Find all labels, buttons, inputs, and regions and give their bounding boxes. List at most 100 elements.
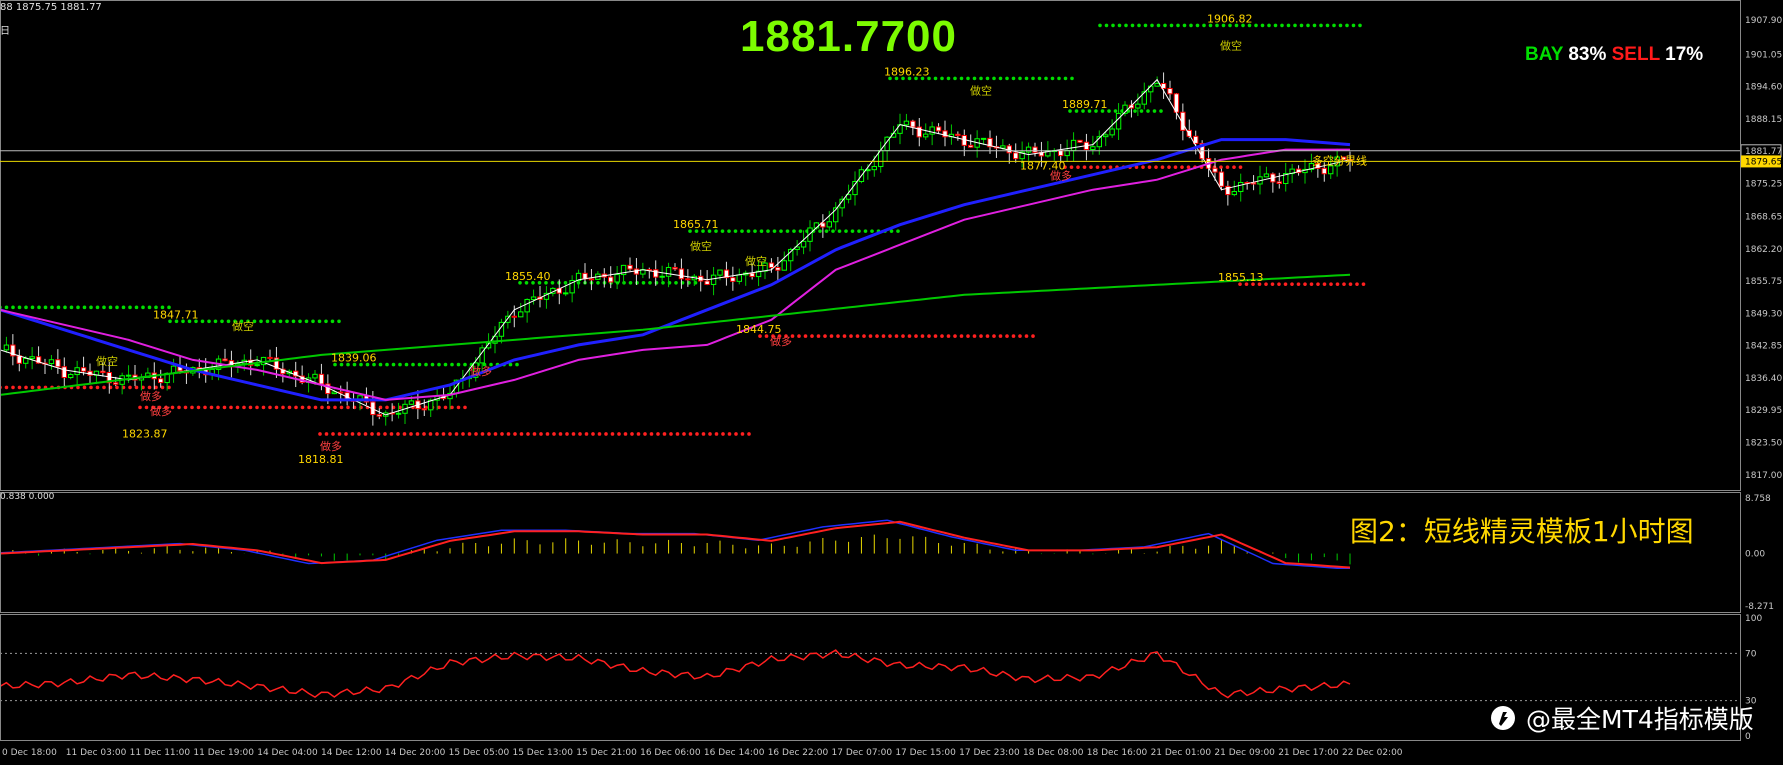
- candle-body: [1276, 181, 1282, 184]
- watermark: @最全MT4指标模版: [1490, 700, 1754, 736]
- signal-dot: [128, 305, 132, 310]
- signal-dot: [734, 432, 738, 436]
- signal-dot: [337, 432, 342, 436]
- signal-dot: [1031, 76, 1035, 81]
- signal-dot: [823, 334, 827, 338]
- signal-dot: [350, 432, 355, 436]
- buy-percent: 83%: [1568, 44, 1607, 65]
- signal-dot: [674, 280, 678, 285]
- candle-body: [80, 367, 87, 372]
- signal-dot: [287, 405, 292, 410]
- candle-body: [518, 311, 524, 318]
- candle-body: [588, 278, 595, 281]
- candle-body: [1231, 191, 1237, 196]
- signal-dot: [552, 432, 556, 436]
- candle-body: [781, 260, 787, 271]
- signal-annotation: 做空: [96, 354, 118, 368]
- signal-dot: [304, 319, 309, 324]
- signal-dot: [1117, 23, 1122, 28]
- signal-dot: [565, 432, 569, 436]
- candle-body: [665, 266, 672, 277]
- candle-body: [511, 315, 517, 318]
- signal-dot: [281, 405, 285, 410]
- signal-dot: [1264, 282, 1268, 286]
- signal-dot: [89, 385, 93, 390]
- signal-dot: [1342, 282, 1346, 286]
- signal-dot: [141, 305, 145, 310]
- signal-dot: [868, 334, 873, 338]
- signal-dot: [235, 405, 240, 410]
- signal-dot: [855, 334, 860, 338]
- signal-dot: [443, 405, 448, 410]
- signal-dot: [1011, 76, 1016, 81]
- signal-dot: [1107, 109, 1111, 113]
- signal-dot: [248, 405, 253, 410]
- signal-dot: [953, 76, 957, 81]
- candle-body: [158, 378, 164, 384]
- signal-dot: [617, 432, 621, 436]
- signal-annotation: 做多: [150, 404, 172, 418]
- price-chart: 1907.90 1901.05 1894.60 1888.15 1881.771879.…: [0, 0, 1782, 758]
- signal-dot: [1160, 165, 1165, 169]
- signal-dot: [391, 362, 396, 367]
- price-tick-label: 1888.15: [1745, 115, 1782, 125]
- signal-dot: [1031, 334, 1035, 338]
- signal-dot: [1037, 76, 1042, 81]
- signal-annotation: 做多: [1050, 169, 1072, 183]
- signal-dot: [733, 229, 738, 233]
- signal-dot: [415, 432, 420, 436]
- signal-annotation: 做多: [470, 364, 492, 378]
- signal-dot: [998, 334, 1003, 338]
- signal-dot: [450, 362, 454, 367]
- signal-dot: [842, 334, 847, 338]
- signal-dot: [1332, 23, 1336, 28]
- indicator-tick-label: -8.271: [1745, 602, 1774, 612]
- sell-percent: 17%: [1665, 44, 1704, 65]
- price-label: 1839.06: [331, 352, 377, 365]
- moving-averages: [0, 78, 1351, 416]
- candle-body: [685, 278, 691, 281]
- signal-dot: [1044, 76, 1048, 81]
- signal-dot: [220, 319, 224, 324]
- candle-body: [1154, 82, 1160, 87]
- signal-dot: [695, 432, 699, 436]
- signal-dot: [1005, 334, 1009, 338]
- signal-dot: [630, 432, 634, 436]
- time-tick-label: 15 Dec 13:00: [512, 748, 573, 758]
- candle-body: [672, 266, 678, 270]
- signal-dot: [759, 229, 764, 233]
- candle-body: [768, 262, 775, 269]
- signal-dot: [89, 305, 93, 310]
- price-tick-label: 1875.25: [1745, 179, 1782, 189]
- signal-dot: [324, 432, 329, 436]
- signal-dot: [1293, 23, 1297, 28]
- signal-dot: [1005, 76, 1009, 81]
- signal-dot: [1186, 165, 1191, 169]
- candle-body: [524, 298, 530, 313]
- signal-dot: [456, 362, 461, 367]
- signal-dot: [720, 229, 725, 233]
- signal-dot: [378, 362, 383, 367]
- signal-dot: [888, 334, 892, 338]
- signal-dot: [318, 432, 322, 436]
- signal-dot: [363, 432, 368, 436]
- signal-dot: [1069, 165, 1074, 169]
- signal-dot: [920, 334, 925, 338]
- signal-dot: [128, 385, 132, 390]
- candle-body: [1090, 146, 1096, 151]
- candle-body: [871, 166, 877, 171]
- signal-dot: [656, 432, 660, 436]
- signal-dot: [662, 432, 667, 436]
- rsi-line: [0, 649, 1351, 699]
- signal-dot: [1089, 165, 1093, 169]
- signal-dot: [50, 305, 54, 310]
- time-tick-label: 16 Dec 06:00: [640, 748, 701, 758]
- signal-annotation: 做空: [232, 319, 254, 333]
- signal-dot: [147, 305, 152, 310]
- signal-dot: [1238, 165, 1243, 169]
- signal-dot: [648, 280, 652, 285]
- candle-body: [717, 269, 723, 276]
- signal-dot: [409, 432, 413, 436]
- signal-dot: [24, 385, 28, 390]
- signal-dot: [1270, 282, 1275, 286]
